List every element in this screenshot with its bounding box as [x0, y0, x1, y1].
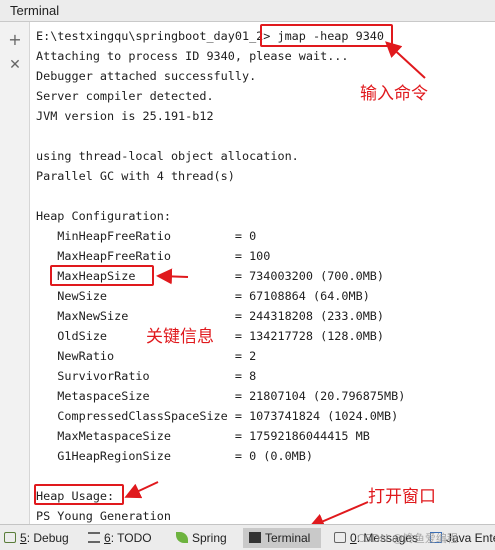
terminal-line: Heap Configuration: [36, 209, 171, 223]
csdn-watermark: CSDN @馋鱼爱编程 [357, 532, 458, 545]
tab-debug[interactable]: 5: Debug [4, 528, 69, 548]
terminal-line: NewRatio = 2 [36, 349, 257, 363]
messages-icon [334, 532, 346, 543]
terminal-line: MaxHeapSize = 734003200 (700.0MB) [36, 269, 385, 283]
tab-spring[interactable]: Spring [176, 528, 227, 548]
terminal-icon [249, 532, 261, 543]
note-input-command: 输入命令 [360, 84, 428, 104]
terminal-line: Heap Usage: [36, 489, 115, 503]
terminal-line: PS Young Generation [36, 509, 171, 523]
terminal-line: SurvivorRatio = 8 [36, 369, 257, 383]
terminal-line: Debugger attached successfully. [36, 69, 257, 83]
tab-terminal[interactable]: Terminal [243, 528, 321, 548]
todo-icon [88, 532, 100, 543]
note-key-info: 关键信息 [146, 327, 214, 347]
terminal-side-toolbar: + ✕ [0, 22, 30, 524]
terminal-line: MaxHeapFreeRatio = 100 [36, 249, 271, 263]
terminal-line: G1HeapRegionSize = 0 (0.0MB) [36, 449, 313, 463]
terminal-line: MetaspaceSize = 21807104 (20.796875MB) [36, 389, 406, 403]
terminal-line: JVM version is 25.191-b12 [36, 109, 214, 123]
terminal-line: using thread-local object allocation. [36, 149, 299, 163]
terminal-line: CompressedClassSpaceSize = 1073741824 (1… [36, 409, 399, 423]
tab-todo[interactable]: 6: TODO [88, 528, 152, 548]
window-title: Terminal [10, 3, 60, 18]
terminal-line: MaxMetaspaceSize = 17592186044415 MB [36, 429, 370, 443]
terminal-line: Parallel GC with 4 thread(s) [36, 169, 235, 183]
terminal-line: MinHeapFreeRatio = 0 [36, 229, 257, 243]
terminal-line: Server compiler detected. [36, 89, 214, 103]
debug-icon [4, 532, 16, 543]
tool-window-title: Terminal [0, 0, 495, 22]
note-open-window: 打开窗口 [368, 487, 436, 507]
terminal-line: NewSize = 67108864 (64.0MB) [36, 289, 370, 303]
spring-leaf-icon [176, 532, 188, 543]
terminal-line: E:\testxingqu\springboot_day01_2> jmap -… [36, 29, 385, 43]
new-session-icon[interactable]: + [5, 30, 25, 50]
terminal-line: Attaching to process ID 9340, please wai… [36, 49, 349, 63]
close-session-icon[interactable]: ✕ [5, 55, 25, 75]
